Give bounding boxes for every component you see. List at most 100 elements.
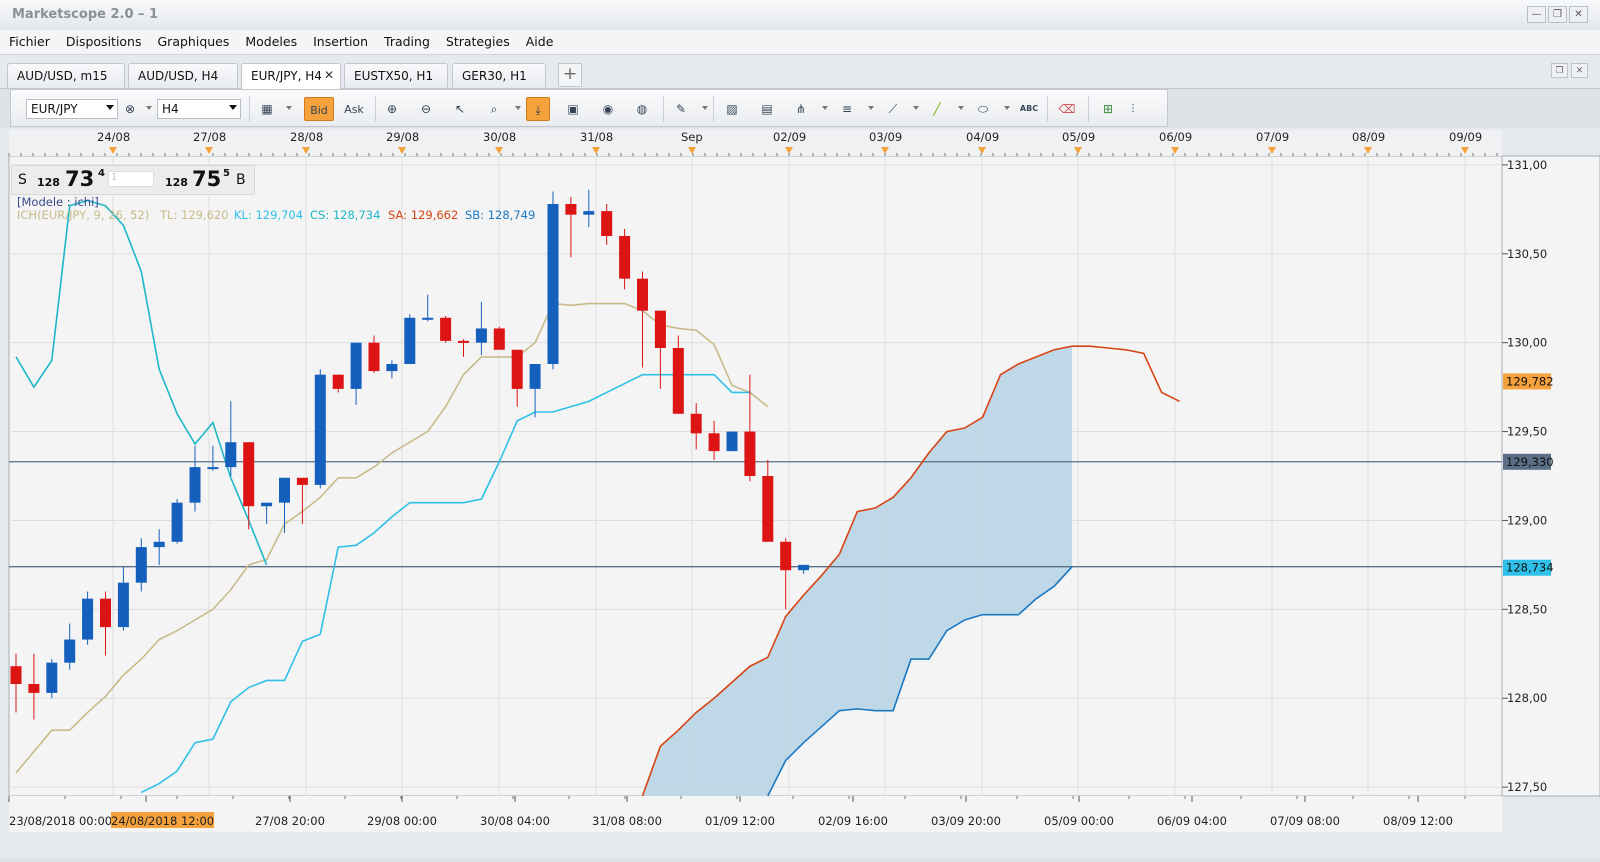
candle-body[interactable] [332, 374, 344, 389]
candle-body[interactable] [404, 317, 416, 364]
candle-body[interactable] [279, 477, 290, 503]
trade-amount-input[interactable]: 1 [108, 171, 154, 187]
candle-body[interactable] [601, 211, 613, 236]
chart-type-icon[interactable]: ▦ [255, 97, 279, 121]
candle-body[interactable] [637, 278, 648, 311]
minimize-icon[interactable]: — [1527, 6, 1546, 23]
candle-body[interactable] [207, 467, 219, 470]
image-icon[interactable]: ▨ [720, 97, 744, 121]
ichimoku-chart[interactable]: 24/08 27/08 28/08 29/08 30/08 31/08 Sep 02/09 03… [0, 128, 1600, 858]
horizontal-lines-icon[interactable]: ≡ [835, 97, 859, 121]
candle-body[interactable] [261, 502, 273, 507]
menu-graphiques[interactable]: Graphiques [149, 30, 237, 54]
candle-body[interactable] [619, 236, 631, 279]
candle-body[interactable] [135, 547, 147, 583]
ruler-icon[interactable]: ✎ [669, 97, 693, 121]
pitchfork-icon[interactable]: ⋔ [789, 97, 813, 121]
chevron-down-icon[interactable] [822, 106, 828, 110]
candle-body[interactable] [547, 204, 559, 364]
candle-body[interactable] [672, 348, 684, 414]
menu-aide[interactable]: Aide [517, 30, 561, 54]
candle-body[interactable] [46, 662, 58, 693]
candle-body[interactable] [422, 317, 434, 320]
candle-body[interactable] [153, 541, 165, 548]
chevron-down-icon[interactable] [515, 106, 521, 110]
hierarchy-icon[interactable]: ⊞ [1096, 97, 1120, 121]
candle-body[interactable] [82, 598, 94, 640]
buy-price-main[interactable]: 75 [192, 167, 221, 191]
close-icon[interactable]: ✕ [1569, 6, 1588, 23]
fan-icon[interactable]: ⟋ [881, 97, 905, 121]
candle-body[interactable] [28, 684, 40, 693]
restore-icon[interactable]: ❐ [1548, 6, 1567, 23]
candle-body[interactable] [440, 317, 452, 341]
buy-label[interactable]: B [236, 172, 246, 188]
candle-body[interactable] [529, 364, 541, 389]
chevron-down-icon[interactable] [868, 106, 874, 110]
candle-body[interactable] [511, 349, 523, 389]
restore-chart-icon[interactable]: ❐ [1551, 63, 1568, 78]
candle-body[interactable] [171, 502, 183, 542]
candle-body[interactable] [225, 442, 237, 468]
tab-ger30-h1[interactable]: GER30, H1 [452, 63, 546, 88]
menu-trading[interactable]: Trading [375, 30, 437, 54]
candle-body[interactable] [458, 340, 469, 343]
tab-audusd-m15[interactable]: AUD/USD, m15 [7, 63, 125, 88]
chart-area[interactable]: 24/08 27/08 28/08 29/08 30/08 31/08 Sep 02/09 03… [0, 128, 1600, 858]
indicator-icon[interactable]: ▤ [755, 97, 779, 121]
candle-body[interactable] [189, 467, 201, 503]
close-tab-icon[interactable]: ✕ [324, 68, 334, 82]
candle-body[interactable] [64, 639, 76, 663]
chevron-down-icon[interactable] [1004, 106, 1010, 110]
menu-fichier[interactable]: Fichier [0, 30, 57, 54]
candle-body[interactable] [798, 564, 810, 571]
sell-price-big[interactable]: 128 [37, 176, 60, 189]
close-chart-icon[interactable]: ✕ [1571, 63, 1588, 78]
candle-body[interactable] [690, 413, 702, 434]
ask-button[interactable]: Ask [339, 97, 369, 121]
symbol-select[interactable]: EUR/JPY [26, 99, 118, 119]
candle-body[interactable] [10, 666, 22, 684]
candle-body[interactable] [386, 364, 398, 372]
text-tool-icon[interactable]: ABC [1017, 97, 1041, 121]
sell-label[interactable]: S [18, 172, 27, 188]
candle-body[interactable] [296, 477, 308, 485]
candle-body[interactable] [100, 598, 111, 628]
candle-body[interactable] [243, 442, 255, 507]
candle-body[interactable] [583, 211, 595, 215]
menu-dispositions[interactable]: Dispositions [57, 30, 149, 54]
candle-body[interactable] [368, 342, 380, 372]
properties-icon[interactable]: ▣ [561, 97, 585, 121]
candle-body[interactable] [565, 204, 577, 215]
eye-icon[interactable]: ◉ [596, 97, 620, 121]
zoom-box-icon[interactable]: ⌕ [482, 97, 506, 121]
menu-modeles[interactable]: Modeles [236, 30, 304, 54]
buy-price-big[interactable]: 128 [165, 176, 188, 189]
candle-body[interactable] [708, 433, 720, 452]
globe-icon[interactable]: ◍ [630, 97, 654, 121]
candle-body[interactable] [654, 310, 666, 348]
tab-eustx50-h1[interactable]: EUSTX50, H1 [344, 63, 448, 88]
menu-strategies[interactable]: Strategies [437, 30, 517, 54]
chevron-down-icon[interactable] [146, 106, 152, 110]
trend-line-icon[interactable]: ╱ [925, 97, 949, 121]
scroll-to-end-icon[interactable]: ⤓ [526, 97, 550, 121]
chevron-down-icon[interactable] [286, 106, 292, 110]
zoom-in-icon[interactable]: ⊕ [380, 97, 404, 121]
candle-body[interactable] [762, 476, 774, 542]
candle-body[interactable] [744, 431, 756, 476]
zoom-out-icon[interactable]: ⊖ [414, 97, 438, 121]
ellipse-icon[interactable]: ⬭ [971, 97, 995, 121]
tab-eurjpy-h4[interactable]: EUR/JPY, H4 ✕ [241, 63, 341, 89]
candle-body[interactable] [350, 342, 362, 389]
tab-audusd-h4[interactable]: AUD/USD, H4 [128, 63, 238, 88]
candle-body[interactable] [493, 328, 505, 350]
chevron-down-icon[interactable] [958, 106, 964, 110]
compare-symbol-icon[interactable]: ⊗ [118, 97, 142, 121]
sell-price-main[interactable]: 73 [65, 167, 94, 191]
candle-body[interactable] [314, 374, 326, 485]
cursor-icon[interactable]: ↖ [448, 97, 472, 121]
chevron-down-icon[interactable] [913, 106, 919, 110]
candle-body[interactable] [475, 328, 487, 343]
candle-body[interactable] [726, 431, 738, 452]
